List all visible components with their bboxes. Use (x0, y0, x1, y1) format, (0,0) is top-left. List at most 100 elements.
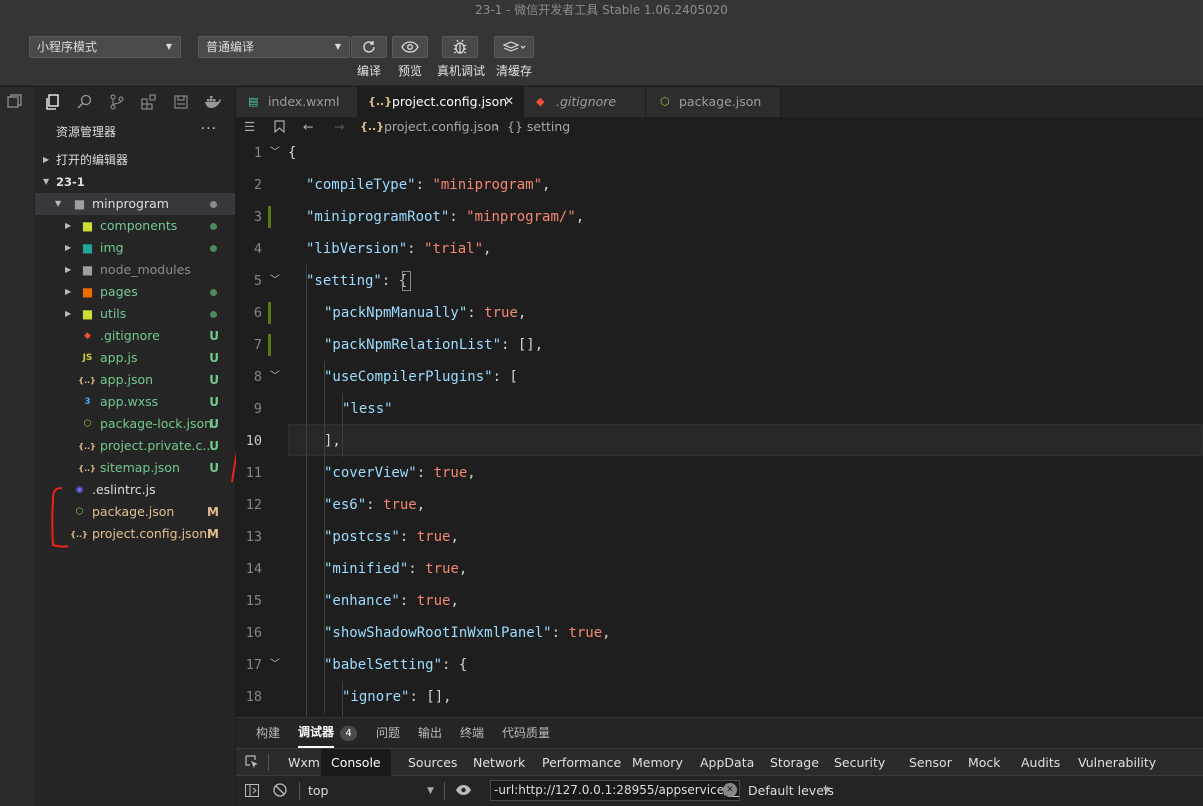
chevron-down-icon: ▼ (823, 786, 830, 796)
code-token: "packNpmRelationList" (324, 337, 502, 353)
tree-item[interactable]: ▶ ■ utils (35, 303, 235, 325)
fold-chevron-icon[interactable]: ﹀ (270, 361, 280, 393)
tab-output[interactable]: 输出 (418, 718, 442, 748)
devtools-tab-console[interactable]: Console (321, 749, 391, 776)
compile-button[interactable] (351, 36, 387, 58)
css-file-icon: 3 (84, 397, 91, 407)
menu-icon[interactable]: ☰ (244, 117, 255, 136)
tab-gitignore[interactable]: ◆ .gitignore (524, 87, 646, 117)
tree-item[interactable]: {..} sitemap.json U (35, 457, 235, 479)
code-editor[interactable]: 1 ﹀ {2 "compileType": "miniprogram", 3 "minip… (236, 137, 1203, 717)
tab-label: .gitignore (556, 94, 617, 109)
preview-button[interactable] (392, 36, 428, 58)
tree-item[interactable]: ▶ ■ node_modules (35, 259, 235, 281)
explorer-title: 资源管理器 (56, 125, 117, 139)
eye-icon[interactable] (455, 784, 472, 799)
forward-arrow-icon[interactable]: → (334, 117, 344, 136)
devtools-tab-vulnerability[interactable]: Vulnerability (1078, 749, 1156, 776)
docker-icon[interactable] (203, 92, 223, 112)
line-number: 4 (253, 241, 262, 257)
tab-terminal[interactable]: 终端 (460, 718, 484, 748)
fold-chevron-icon[interactable]: ﹀ (270, 137, 280, 169)
simulator-toggle-icon[interactable] (7, 94, 23, 111)
tree-item[interactable]: {..} app.json U (35, 369, 235, 391)
folder-icon: ■ (81, 219, 94, 233)
levels-select[interactable]: Default levels (748, 776, 834, 806)
tree-item[interactable]: ◉ .eslintrc.js (35, 479, 235, 501)
tree-item[interactable]: ▼ ■ minprogram (35, 193, 235, 215)
compile-select[interactable]: 普通编译 ▼ (198, 36, 350, 58)
devtools-tab-sources[interactable]: Sources (408, 749, 457, 776)
indent-guide (306, 265, 307, 717)
tree-item[interactable]: {..} project.config.json M (35, 523, 235, 545)
tree-item[interactable]: {..} project.private.c... U (35, 435, 235, 457)
bookmark-icon[interactable] (274, 117, 285, 138)
open-editors-section[interactable]: ▶ 打开的编辑器 (35, 149, 235, 171)
devtools-tab-security[interactable]: Security (834, 749, 885, 776)
tree-item[interactable]: ▶ ■ pages (35, 281, 235, 303)
explorer-header: 资源管理器 ··· (35, 117, 235, 147)
devtools-tab-memory[interactable]: Memory (632, 749, 683, 776)
tab-project-config-json[interactable]: {..} project.config.json ✕ (358, 87, 524, 117)
clear-console-icon[interactable] (273, 783, 287, 800)
code-token: : [], (501, 337, 544, 353)
tab-index-wxml[interactable]: ▤ index.wxml (236, 87, 358, 117)
code-token: : (366, 497, 384, 513)
devtools-tab-sensor[interactable]: Sensor (909, 749, 952, 776)
code-text: "libVersion": "trial", (306, 233, 491, 265)
code-token: , (483, 241, 492, 257)
devtools-tab-storage[interactable]: Storage (770, 749, 819, 776)
git-status-badge: U (209, 439, 219, 453)
tree-item[interactable]: ◆ .gitignore U (35, 325, 235, 347)
tab-package-json[interactable]: ⬡ package.json (646, 87, 781, 117)
devtools-tab-appdata[interactable]: AppData (700, 749, 754, 776)
clear-cache-button[interactable] (494, 36, 534, 58)
clear-filter-icon[interactable]: ✕ (723, 783, 737, 797)
mode-select[interactable]: 小程序模式 ▼ (29, 36, 181, 58)
tree-item[interactable]: JS app.js U (35, 347, 235, 369)
devtools-tab-network[interactable]: Network (473, 749, 525, 776)
code-token: , (602, 625, 611, 641)
tree-item[interactable]: ▶ ■ img (35, 237, 235, 259)
inspect-icon[interactable] (245, 755, 259, 772)
breadcrumb-file[interactable]: project.config.json (384, 117, 499, 136)
files-icon[interactable] (43, 92, 63, 112)
remote-debug-button[interactable] (442, 36, 478, 58)
tab-code-quality[interactable]: 代码质量 (502, 718, 550, 748)
fold-chevron-icon[interactable]: ﹀ (270, 265, 280, 297)
fold-chevron-icon[interactable]: ﹀ (270, 649, 280, 681)
more-icon[interactable]: ··· (201, 114, 217, 144)
devtools-tab-performance[interactable]: Performance (542, 749, 621, 776)
code-line: 13 "postcss": true, (236, 521, 1203, 553)
code-token: , (416, 497, 426, 513)
source-control-icon[interactable] (107, 92, 127, 112)
tree-item[interactable]: 3 app.wxss U (35, 391, 235, 413)
code-token: true (484, 305, 518, 321)
project-section[interactable]: ▼ 23-1 (35, 171, 235, 193)
devtools-tab-mock[interactable]: Mock (968, 749, 1001, 776)
close-icon[interactable]: ✕ (504, 87, 514, 116)
devtools-tab-wxml[interactable]: Wxml (288, 749, 323, 776)
sidebar-toggle-icon[interactable] (245, 784, 259, 800)
context-select[interactable]: top (308, 776, 328, 806)
refresh-icon (363, 41, 375, 53)
chevron-right-icon: ▶ (65, 243, 72, 252)
status-dot (210, 311, 217, 318)
code-token: : [], (409, 689, 452, 705)
console-filter-input[interactable]: -url:http://127.0.0.1:28955/appservice/_… (490, 780, 740, 801)
status-dot (210, 289, 217, 296)
search-icon[interactable] (75, 92, 95, 112)
tree-item[interactable]: ⬡ package.json M (35, 501, 235, 523)
tree-item[interactable]: ⬡ package-lock.json U (35, 413, 235, 435)
back-arrow-icon[interactable]: ← (303, 117, 313, 136)
code-token: "minprogram/" (466, 209, 576, 225)
tab-problems[interactable]: 问题 (376, 718, 400, 748)
devtools-tab-audits[interactable]: Audits (1021, 749, 1060, 776)
devtools-tabs: Wxml Console Sources Network Performance Memo… (236, 748, 1203, 776)
tab-debugger[interactable]: 调试器 (298, 718, 335, 748)
storage-icon[interactable] (171, 92, 191, 112)
extensions-icon[interactable] (139, 92, 159, 112)
breadcrumb-node[interactable]: {} setting (507, 117, 570, 136)
tab-build[interactable]: 构建 (256, 718, 280, 748)
tree-item[interactable]: ▶ ■ components (35, 215, 235, 237)
